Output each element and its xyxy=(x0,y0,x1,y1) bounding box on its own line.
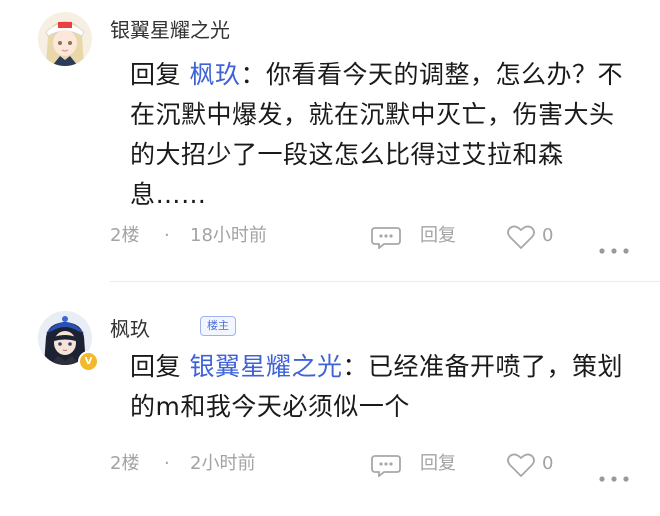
like-icon[interactable] xyxy=(506,224,536,250)
comment-item: 银翼星耀之光 回复 枫玖：你看看今天的调整，怎么办？不在沉默中爆发，就在沉默中灭… xyxy=(0,0,660,282)
reply-colon: ： xyxy=(240,60,266,89)
reply-icon[interactable] xyxy=(370,453,402,477)
reply-to-user-link[interactable]: 银翼星耀之光 xyxy=(189,352,342,381)
like-count: 0 xyxy=(542,225,554,246)
username[interactable]: 银翼星耀之光 xyxy=(110,14,230,43)
reply-to-user-link[interactable]: 枫玖 xyxy=(189,60,240,89)
vip-badge: V xyxy=(78,351,99,372)
reply-icon[interactable] xyxy=(370,225,402,249)
comment-meta: 2楼 · 18小时前 回复 0 xyxy=(110,221,630,254)
comment-item: V 枫玖 楼主 回复 银翼星耀之光：已经准备开喷了，策划的m和我今天必须似一个 … xyxy=(0,283,660,516)
comment-divider xyxy=(110,281,660,282)
floor-label: 2楼 xyxy=(110,225,140,246)
avatar[interactable] xyxy=(38,12,92,66)
more-options-icon[interactable] xyxy=(598,234,630,264)
reply-colon: ： xyxy=(342,352,368,381)
meta-separator: · xyxy=(164,225,170,246)
timestamp: 2小时前 xyxy=(190,453,256,474)
username[interactable]: 枫玖 xyxy=(110,313,150,342)
avatar-image xyxy=(38,12,92,66)
reply-button[interactable]: 回复 xyxy=(420,221,456,251)
comment-meta: 2楼 · 2小时前 回复 0 xyxy=(110,449,630,482)
reply-button[interactable]: 回复 xyxy=(420,449,456,479)
like-icon[interactable] xyxy=(506,452,536,478)
comment-body: 回复 银翼星耀之光：已经准备开喷了，策划的m和我今天必须似一个 xyxy=(130,347,635,427)
reply-prefix: 回复 xyxy=(130,60,182,89)
floor-label: 2楼 xyxy=(110,453,140,474)
reply-prefix: 回复 xyxy=(130,352,182,381)
comment-body: 回复 枫玖：你看看今天的调整，怎么办？不在沉默中爆发，就在沉默中灭亡，伤害大头的… xyxy=(130,55,635,215)
more-options-icon[interactable] xyxy=(598,462,630,492)
like-count: 0 xyxy=(542,453,554,474)
op-badge: 楼主 xyxy=(200,316,236,336)
timestamp: 18小时前 xyxy=(190,225,267,246)
meta-separator: · xyxy=(164,453,170,474)
